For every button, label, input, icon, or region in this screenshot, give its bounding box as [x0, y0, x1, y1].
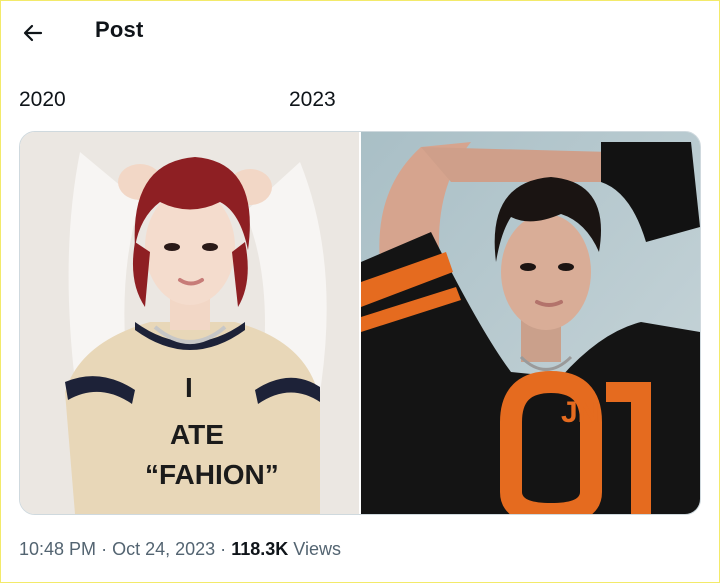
post-text-year-right: 2023	[289, 88, 336, 111]
meta-separator-2: ·	[220, 539, 227, 559]
shirt-text-2: ATE	[170, 419, 224, 450]
post-media-grid: I ATE “FAHION” JN	[19, 131, 701, 515]
post-image-right[interactable]: JN	[361, 132, 700, 514]
back-button[interactable]	[15, 15, 51, 51]
top-bar: Post	[1, 1, 719, 65]
jersey-text: JN	[561, 396, 599, 429]
shirt-text-3: “FAHION”	[145, 459, 279, 490]
page-title: Post	[95, 17, 144, 42]
post-meta: 10:48 PM · Oct 24, 2023 · 118.3K Views	[19, 539, 341, 560]
views-label: Views	[293, 539, 341, 559]
shirt-text-1: I	[185, 372, 193, 403]
post-image-left[interactable]: I ATE “FAHION”	[20, 132, 361, 514]
arrow-left-icon	[23, 24, 43, 42]
meta-separator: ·	[101, 539, 108, 559]
post-date[interactable]: Oct 24, 2023	[112, 539, 215, 559]
photo-illustration-right: JN	[361, 132, 700, 514]
post-time[interactable]: 10:48 PM	[19, 539, 96, 559]
views-count: 118.3K	[231, 539, 289, 559]
post-text-year-left: 2020	[19, 88, 66, 111]
photo-illustration-left: I ATE “FAHION”	[20, 132, 359, 514]
